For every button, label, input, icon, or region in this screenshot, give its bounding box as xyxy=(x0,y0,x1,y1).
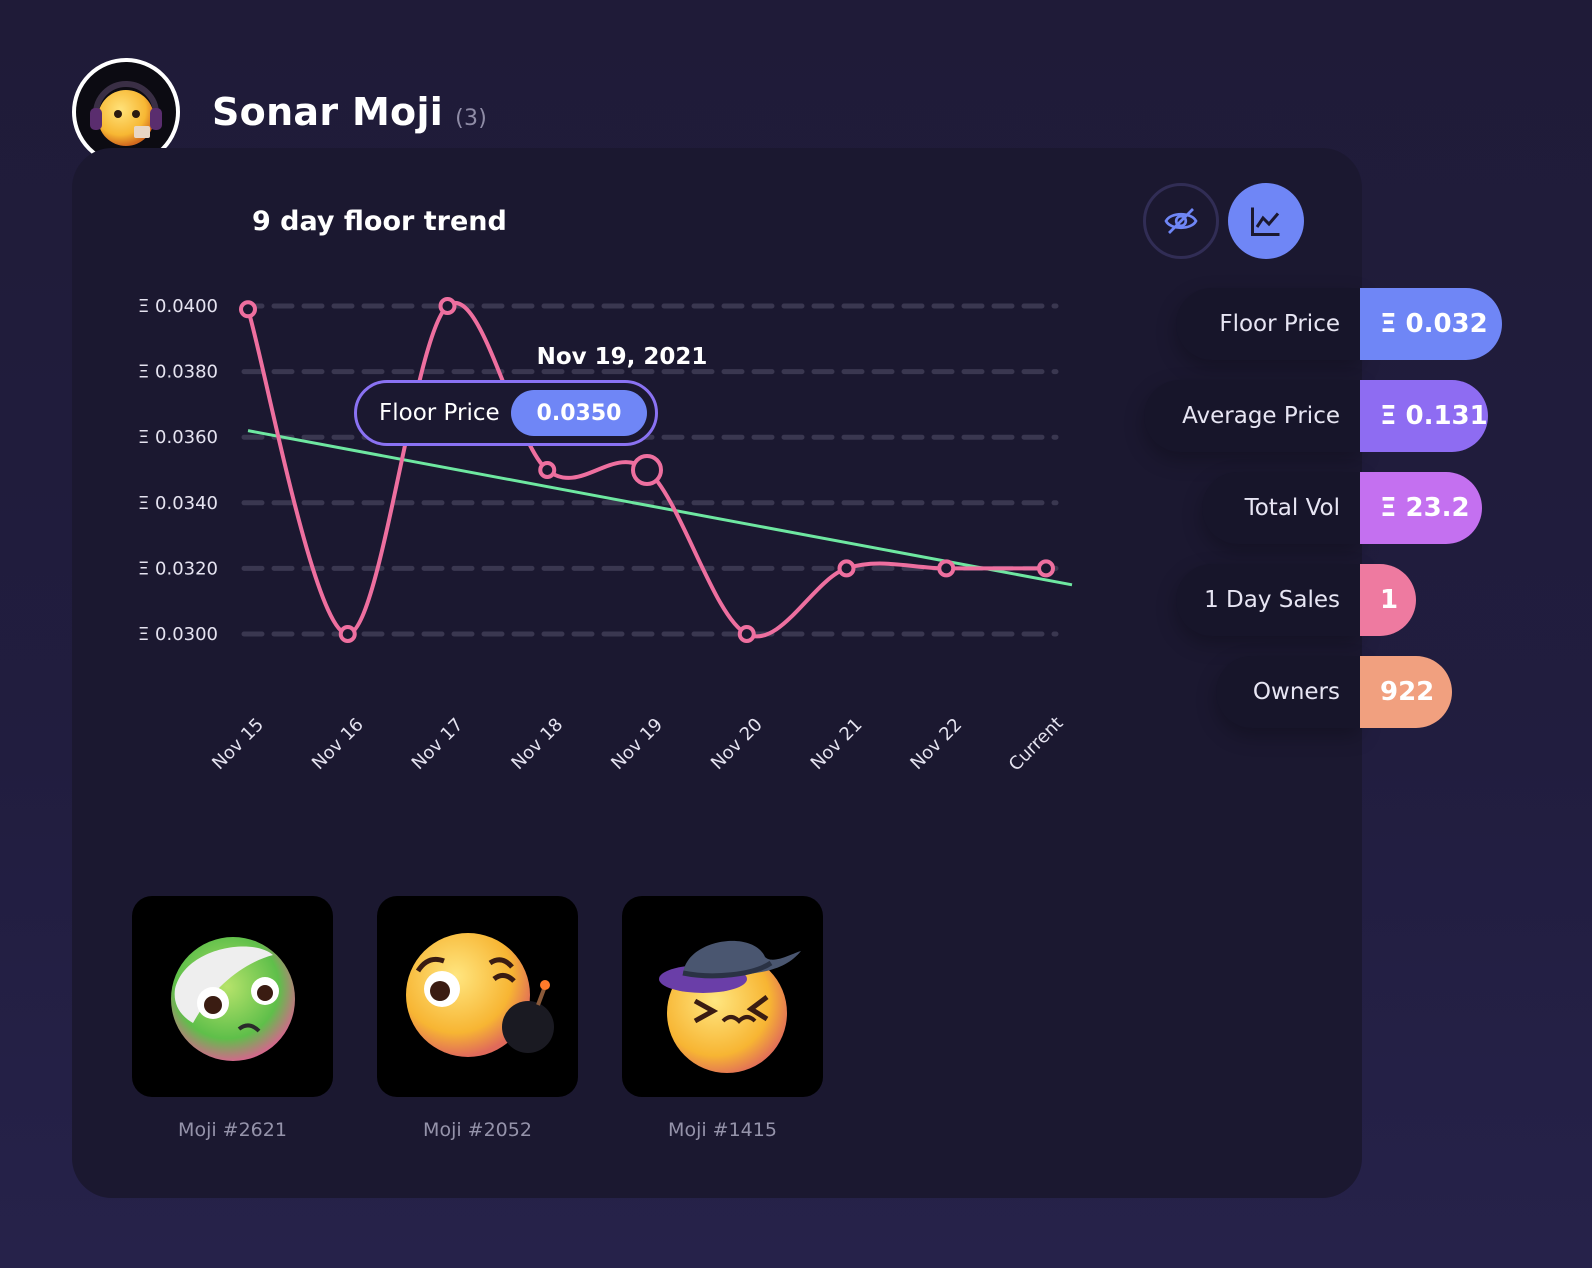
data-point xyxy=(538,461,557,479)
tooltip-label: Floor Price xyxy=(379,400,500,426)
nft-card[interactable]: Moji #2052 xyxy=(377,896,578,1141)
x-tick-label: Nov 19 xyxy=(607,714,667,774)
y-tick-label: Ξ 0.0300 xyxy=(138,624,218,645)
x-tick-label: Nov 15 xyxy=(208,714,268,774)
floor-trend-chart: Ξ 0.0400 Ξ 0.0380 Ξ 0.0360 Ξ 0.0340 Ξ 0.0320… xyxy=(138,296,1073,776)
stat-owners: Owners 922 xyxy=(1216,656,1452,728)
x-tick-label: Nov 18 xyxy=(507,714,567,774)
zombie-emoji-icon xyxy=(170,936,295,1061)
nft-image[interactable] xyxy=(132,896,333,1097)
stat-label: Average Price xyxy=(1144,380,1360,452)
tooltip-date: Nov 19, 2021 xyxy=(536,344,708,370)
headphone-emoji-icon xyxy=(90,81,162,146)
y-tick-label: Ξ 0.0320 xyxy=(138,558,218,579)
hat-emoji-icon xyxy=(658,940,801,1073)
nft-card[interactable]: Moji #1415 xyxy=(622,896,823,1141)
bomb-emoji-icon xyxy=(405,932,554,1057)
x-tick-label: Nov 17 xyxy=(408,714,468,774)
stat-value: 1 xyxy=(1360,564,1416,636)
x-tick-label: Current xyxy=(1005,713,1068,776)
data-point xyxy=(737,625,756,643)
y-tick-label: Ξ 0.0360 xyxy=(138,427,218,448)
nft-gallery: Moji #2621 Moji #2052 Moji #1415 xyxy=(132,896,867,1141)
y-tick-label: Ξ 0.0380 xyxy=(138,362,218,383)
data-point xyxy=(239,300,257,319)
nft-name: Moji #2052 xyxy=(423,1119,532,1141)
data-point xyxy=(631,454,663,486)
nft-name: Moji #2621 xyxy=(178,1119,287,1141)
stat-floor-price: Floor Price Ξ 0.032 xyxy=(1176,288,1502,360)
chart-tooltip: Floor Price 0.0350 xyxy=(354,380,658,446)
x-tick-label: Nov 16 xyxy=(308,714,368,774)
data-point xyxy=(1037,559,1055,578)
y-tick-label: Ξ 0.0340 xyxy=(138,493,218,514)
nft-name: Moji #1415 xyxy=(668,1119,777,1141)
data-point xyxy=(837,559,856,578)
data-point xyxy=(438,297,457,315)
stat-label: 1 Day Sales xyxy=(1176,564,1360,636)
nft-image[interactable] xyxy=(622,896,823,1097)
data-point xyxy=(937,559,956,578)
x-tick-label: Nov 20 xyxy=(707,714,767,774)
stat-total-vol: Total Vol Ξ 23.2 xyxy=(1202,472,1482,544)
stat-label: Total Vol xyxy=(1202,472,1360,544)
stat-average-price: Average Price Ξ 0.131 xyxy=(1144,380,1488,452)
stat-value: Ξ 23.2 xyxy=(1360,472,1482,544)
tooltip-value: 0.0350 xyxy=(511,390,647,436)
collection-name: Sonar Moji xyxy=(212,90,444,134)
stat-value: 922 xyxy=(1360,656,1452,728)
stat-label: Floor Price xyxy=(1176,288,1360,360)
x-tick-label: Nov 22 xyxy=(906,714,966,774)
collection-count: (3) xyxy=(455,106,488,131)
stat-label: Owners xyxy=(1216,656,1360,728)
floor-trend-card: 9 day floor trend Ξ 0.0400 Ξ 0.0380 Ξ 0.03… xyxy=(72,148,1362,1198)
nft-image[interactable] xyxy=(377,896,578,1097)
data-point xyxy=(338,625,357,643)
x-tick-label: Nov 21 xyxy=(807,714,867,774)
stat-value: Ξ 0.032 xyxy=(1360,288,1502,360)
y-tick-label: Ξ 0.0400 xyxy=(138,296,218,317)
nft-card[interactable]: Moji #2621 xyxy=(132,896,333,1141)
stat-1-day-sales: 1 Day Sales 1 xyxy=(1176,564,1416,636)
stat-value: Ξ 0.131 xyxy=(1360,380,1488,452)
